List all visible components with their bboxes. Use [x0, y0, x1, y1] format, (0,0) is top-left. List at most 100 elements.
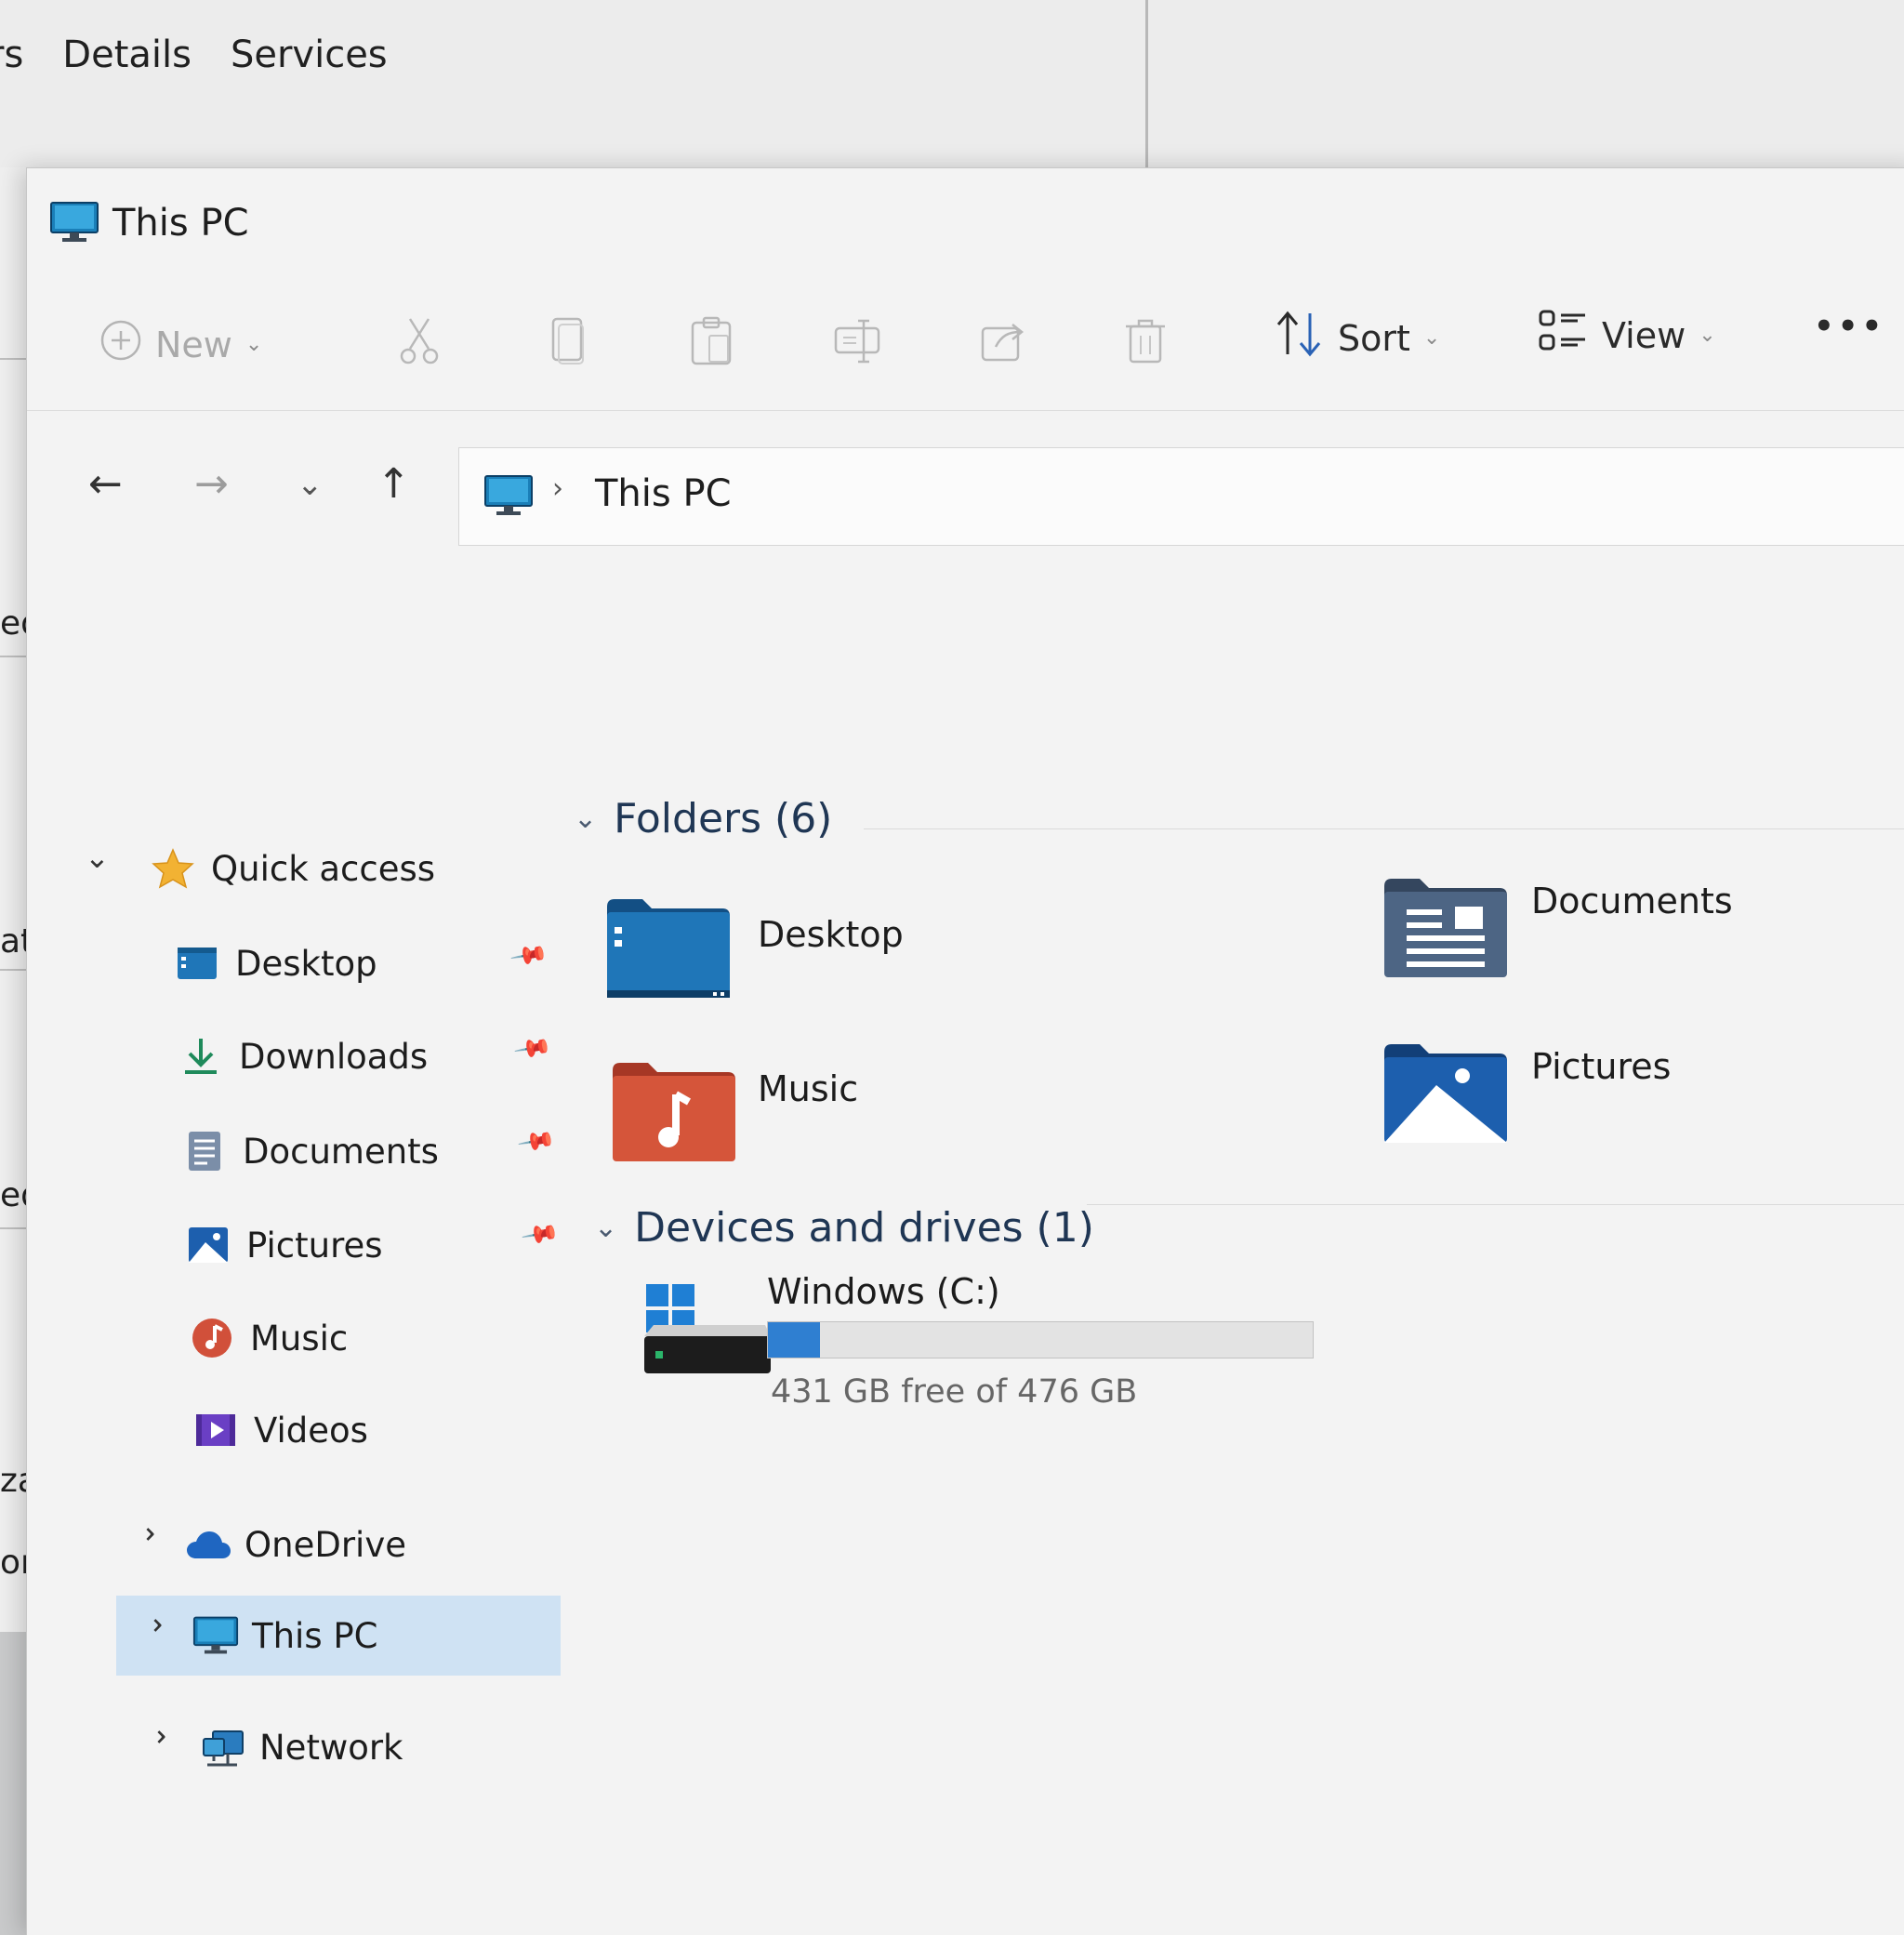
- task-manager-tabs: rs Details Services: [0, 33, 390, 89]
- up-arrow-icon[interactable]: ↑: [377, 464, 411, 505]
- forward-arrow-icon[interactable]: →: [194, 464, 229, 505]
- address-bar[interactable]: › This PC: [458, 447, 1904, 546]
- devices-group-label: Devices and drives (1): [634, 1204, 1094, 1252]
- folder-tile-label: Desktop: [758, 914, 904, 955]
- pictures-folder-icon: [1381, 1039, 1511, 1152]
- plus-circle-icon: [99, 319, 142, 370]
- recent-locations-chevron-icon[interactable]: ⌄: [297, 464, 324, 505]
- pictures-icon: [187, 1224, 230, 1266]
- chevron-down-icon: ⌄: [1699, 324, 1716, 347]
- documents-folder-icon: [1381, 873, 1511, 987]
- new-button[interactable]: New ⌄: [99, 319, 262, 370]
- pin-icon[interactable]: 📌: [509, 935, 549, 975]
- sort-button[interactable]: Sort ⌄: [1273, 310, 1440, 366]
- sidebar-item-this-pc[interactable]: This PC: [192, 1598, 378, 1673]
- drive-name: Windows (C:): [767, 1271, 1000, 1312]
- sidebar-item-label: Music: [250, 1318, 349, 1358]
- sidebar-item-label: Desktop: [235, 943, 377, 984]
- folders-group-header[interactable]: ⌄ Folders (6): [574, 795, 832, 842]
- folders-group-label: Folders (6): [614, 795, 833, 842]
- chevron-right-icon[interactable]: ⌄: [137, 1725, 172, 1750]
- breadcrumb-this-pc[interactable]: This PC: [595, 472, 732, 515]
- sidebar-item-onedrive[interactable]: OneDrive: [185, 1507, 406, 1582]
- tm-tab-details[interactable]: Details: [60, 33, 193, 89]
- folder-tile-documents[interactable]: Documents: [1381, 873, 1901, 1003]
- sidebar-item-label: This PC: [252, 1615, 378, 1656]
- pin-icon[interactable]: 📌: [512, 1028, 553, 1068]
- sidebar-item-label: Pictures: [246, 1225, 383, 1266]
- chevron-right-icon[interactable]: ⌄: [126, 1522, 161, 1547]
- sidebar-item-desktop[interactable]: Desktop: [176, 926, 377, 1001]
- desktop-folder-icon: [176, 942, 218, 985]
- share-icon: [977, 315, 1029, 376]
- rename-button[interactable]: [832, 315, 884, 376]
- drive-usage-fill: [768, 1322, 820, 1358]
- breadcrumb-separator-icon[interactable]: ›: [552, 472, 563, 505]
- document-icon: [183, 1130, 226, 1173]
- tm-tab-services[interactable]: Services: [229, 33, 390, 89]
- folder-tile-pictures[interactable]: Pictures: [1381, 1039, 1901, 1169]
- folder-tile-music[interactable]: Music: [609, 1057, 1130, 1187]
- chevron-down-icon: ⌄: [574, 802, 598, 835]
- music-folder-icon: [609, 1057, 739, 1171]
- computer-icon: [49, 201, 99, 247]
- windows-drive-icon: [641, 1280, 774, 1399]
- devices-group-header[interactable]: ⌄ Devices and drives (1): [594, 1204, 1094, 1252]
- sidebar-item-documents[interactable]: Documents: [183, 1114, 439, 1188]
- computer-icon: [192, 1614, 239, 1657]
- chevron-down-icon: ⌄: [594, 1212, 618, 1244]
- pin-icon[interactable]: 📌: [520, 1214, 561, 1254]
- group-divider: [864, 828, 1904, 829]
- group-divider: [1087, 1204, 1904, 1205]
- copy-button[interactable]: [548, 315, 588, 376]
- drive-tile-c[interactable]: Windows (C:) 431 GB free of 476 GB: [641, 1271, 1384, 1424]
- paste-button[interactable]: [689, 315, 735, 376]
- navigation-bar: ← → ⌄ ↑ › This PC: [27, 410, 1904, 550]
- computer-icon: [483, 474, 534, 521]
- folder-tile-desktop[interactable]: Desktop: [603, 894, 1124, 1024]
- title-bar[interactable]: This PC: [27, 168, 1904, 271]
- folder-tile-label: Pictures: [1531, 1046, 1672, 1087]
- trash-icon: [1122, 315, 1169, 376]
- command-bar: New ⌄ Sort ⌄ View ⌄ •••: [27, 271, 1904, 411]
- sidebar-item-label: Network: [259, 1727, 403, 1768]
- pin-icon[interactable]: 📌: [516, 1121, 557, 1161]
- network-icon: [200, 1726, 244, 1769]
- file-explorer-window: This PC New ⌄ Sort ⌄ View ⌄ ••• ← → ⌄ ↑ …: [26, 167, 1904, 1935]
- drive-usage-bar: [767, 1321, 1314, 1358]
- desktop-folder-icon: [603, 894, 734, 1007]
- sidebar-item-pictures[interactable]: Pictures: [187, 1208, 383, 1282]
- sort-button-label: Sort: [1338, 317, 1410, 359]
- sidebar-item-quick-access[interactable]: Quick access: [152, 831, 435, 906]
- sidebar-item-label: Quick access: [211, 848, 436, 889]
- navigation-pane: ⌄ Quick access Desktop 📌 Downloads 📌 Doc…: [27, 550, 566, 1851]
- content-pane: ⌄ Folders (6) Desktop Documents Music Pi…: [574, 550, 1904, 1758]
- sidebar-item-music[interactable]: Music: [191, 1301, 348, 1375]
- sidebar-item-label: Videos: [254, 1410, 368, 1451]
- copy-icon: [548, 315, 588, 376]
- video-icon: [194, 1409, 237, 1451]
- delete-button[interactable]: [1122, 315, 1169, 376]
- rename-icon: [832, 315, 884, 376]
- sidebar-item-label: OneDrive: [245, 1524, 406, 1565]
- cut-button[interactable]: [397, 315, 442, 376]
- sidebar-item-videos[interactable]: Videos: [194, 1393, 368, 1467]
- more-options-button[interactable]: •••: [1814, 308, 1885, 345]
- scissors-icon: [397, 315, 442, 376]
- tm-tab-users[interactable]: rs: [0, 33, 25, 89]
- back-arrow-icon[interactable]: ←: [88, 464, 123, 505]
- chevron-right-icon[interactable]: ⌄: [133, 1613, 168, 1638]
- view-button[interactable]: View ⌄: [1537, 308, 1716, 363]
- sidebar-item-network[interactable]: Network: [200, 1710, 403, 1784]
- list-view-icon: [1537, 308, 1589, 363]
- new-button-label: New: [155, 324, 232, 365]
- folder-tile-label: Music: [758, 1068, 859, 1109]
- view-button-label: View: [1602, 314, 1686, 356]
- sidebar-item-downloads[interactable]: Downloads: [179, 1019, 428, 1093]
- task-manager-window: rs Details Services: [0, 0, 1904, 168]
- share-button[interactable]: [977, 315, 1029, 376]
- sidebar-item-label: Downloads: [239, 1036, 429, 1077]
- chevron-down-icon[interactable]: ⌄: [85, 840, 110, 875]
- cloud-icon: [185, 1523, 231, 1566]
- tm-divider: [1145, 0, 1148, 167]
